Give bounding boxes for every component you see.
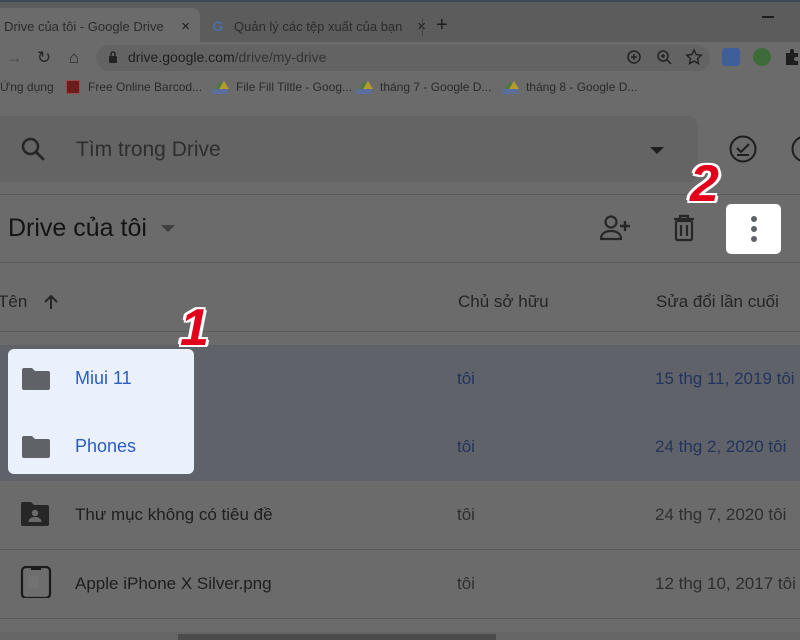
url-host: drive.google.com [128, 49, 235, 65]
bookmark-label: tháng 8 - Google D... [526, 80, 638, 94]
tab-exports[interactable]: G Quản lý các tệp xuất của bạn × [204, 8, 426, 44]
folder-item-miui-11[interactable]: Miui 11 [8, 349, 194, 409]
search-options-caret-icon[interactable] [650, 147, 664, 154]
google-favicon-icon: G [212, 18, 224, 34]
image-thumbnail-icon [20, 566, 52, 598]
bookmark-label: Ứng dụng [0, 80, 54, 94]
bookmark-label: File Fill Tiltle - Goog... [236, 80, 353, 94]
file-owner: tôi [457, 574, 475, 593]
shared-folder-icon [21, 502, 49, 526]
step-1-annotation: 1 [180, 299, 209, 357]
install-icon[interactable] [624, 47, 644, 67]
tab-drive[interactable]: Drive của tôi - Google Drive × [0, 8, 200, 44]
drive-favicon-icon [356, 80, 373, 94]
more-vert-icon [750, 236, 757, 242]
bookmark-label: tháng 7 - Google D... [380, 80, 492, 94]
new-tab-button[interactable]: + [436, 14, 448, 36]
file-name: Miui 11 [75, 368, 132, 388]
add-person-icon [599, 215, 630, 241]
file-name[interactable]: Thư mục không có tiêu đề [75, 505, 273, 525]
share-button[interactable] [598, 210, 634, 246]
folder-icon [22, 368, 50, 390]
selected-items-highlight: Miui 11 Phones [8, 349, 194, 474]
more-vert-icon [750, 216, 757, 222]
tab-strip: Drive của tôi - Google Drive × G Quản lý… [0, 0, 800, 44]
more-actions-button[interactable] [726, 204, 781, 254]
idm-icon[interactable] [753, 48, 771, 66]
search-icon[interactable] [20, 136, 46, 162]
column-header-owner[interactable]: Chủ sở hữu [458, 292, 549, 312]
tab-title: Quản lý các tệp xuất của bạn [234, 18, 403, 34]
puzzle-extensions-icon[interactable] [782, 47, 800, 67]
close-icon[interactable]: × [181, 18, 190, 35]
bookmarks-bar: Ứng dụng Free Online Barcod... File Fill… [0, 74, 800, 103]
toolbar-divider [0, 262, 800, 263]
forward-button[interactable]: → [2, 46, 26, 70]
search-bar[interactable] [0, 116, 698, 182]
file-owner: tôi [457, 369, 475, 388]
bookmark-apps[interactable]: Ứng dụng [0, 80, 54, 94]
trash-icon [674, 214, 694, 242]
home-button[interactable]: ⌂ [62, 46, 86, 70]
folder-icon [22, 436, 50, 458]
file-row[interactable]: Thư mục không có tiêu đề tôi 24 thg 7, 2… [0, 481, 800, 549]
bookmark-star-icon[interactable] [684, 47, 704, 67]
barcode-favicon-icon [66, 80, 80, 94]
bookmark-label: Free Online Barcod... [88, 80, 203, 94]
bookmark-thang-8[interactable]: tháng 8 - Google D... [502, 80, 637, 94]
folder-item-phones[interactable]: Phones [8, 417, 194, 477]
file-name[interactable]: Apple iPhone X Silver.png [75, 574, 272, 594]
bookmark-file-fill[interactable]: File Fill Tiltle - Goog... [212, 80, 352, 94]
row-divider [0, 618, 800, 619]
page-title: Drive của tôi [8, 214, 147, 242]
file-owner: tôi [457, 505, 475, 524]
bookmark-barcode[interactable]: Free Online Barcod... [66, 80, 202, 94]
zoom-icon[interactable] [654, 47, 674, 67]
column-header-name[interactable]: Tên [0, 292, 27, 312]
url-path: /drive/my-drive [234, 49, 327, 65]
translate-icon[interactable] [722, 48, 740, 66]
tab-title: Drive của tôi - Google Drive [4, 18, 164, 34]
lock-icon [109, 51, 117, 63]
file-modified: 24 thg 7, 2020 tôi [655, 505, 787, 524]
column-header-modified[interactable]: Sửa đổi lần cuối [656, 292, 779, 312]
file-row[interactable]: Apple iPhone X Silver.png tôi 12 thg 10,… [0, 550, 800, 618]
file-owner: tôi [457, 437, 475, 456]
chevron-down-icon [160, 225, 175, 232]
minimize-icon[interactable] [762, 16, 774, 18]
browser-toolbar: → ↻ ⌂ [0, 42, 800, 74]
file-modified: 24 thg 2, 2020 tôi [655, 437, 787, 456]
bookmark-thang-7[interactable]: tháng 7 - Google D... [356, 80, 491, 94]
step-2-annotation: 2 [690, 155, 719, 213]
file-modified: 15 thg 11, 2019 tôi [655, 369, 795, 388]
header-divider [0, 194, 800, 195]
url-text[interactable]: drive.google.com/drive/my-drive [128, 49, 326, 65]
drive-favicon-icon [502, 80, 519, 94]
my-drive-title[interactable]: Drive của tôi [8, 214, 175, 243]
search-input[interactable] [74, 134, 618, 166]
tab-separator [422, 18, 423, 36]
more-vert-icon [750, 226, 757, 232]
offline-ready-icon[interactable] [728, 134, 758, 164]
reload-button[interactable]: ↻ [32, 46, 56, 70]
sort-ascending-arrow-icon[interactable] [42, 293, 60, 311]
file-name: Phones [75, 436, 137, 456]
delete-button[interactable] [666, 210, 702, 246]
horizontal-scrollbar-thumb[interactable] [178, 634, 496, 640]
file-modified: 12 thg 10, 2017 tôi [655, 574, 796, 593]
drive-favicon-icon [212, 80, 229, 94]
help-icon[interactable] [790, 134, 800, 164]
column-header-divider [0, 331, 800, 332]
